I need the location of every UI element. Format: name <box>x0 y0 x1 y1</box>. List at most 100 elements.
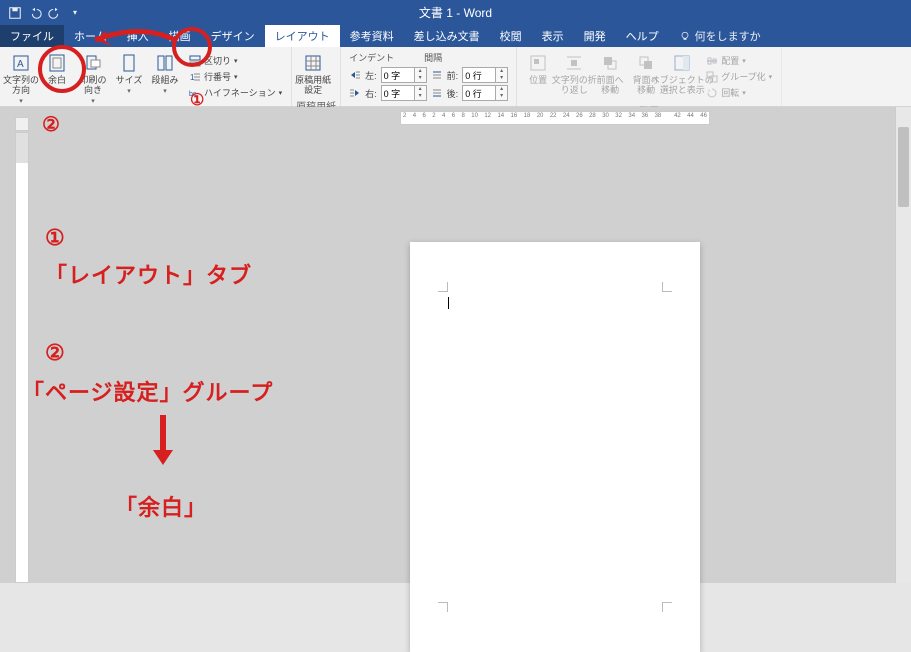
document-title: 文書 1 - Word <box>419 4 492 21</box>
bring-forward-button: 前面へ 移動 <box>593 51 627 97</box>
tell-me-search[interactable]: 何をしますか <box>669 25 771 47</box>
group-arrange: 位置 文字列の折 り返し 前面へ 移動 背面へ 移動 オブジェクトの 選択と表示 <box>517 47 782 106</box>
text-cursor <box>448 297 449 309</box>
tab-review[interactable]: 校閲 <box>490 25 532 47</box>
spinner-down-icon[interactable]: ▾ <box>496 93 507 100</box>
vertical-ruler[interactable] <box>15 132 29 583</box>
indent-right-input[interactable] <box>381 85 415 101</box>
chevron-down-icon: ▾ <box>91 97 95 105</box>
tab-help[interactable]: ヘルプ <box>616 25 669 47</box>
rotate-icon <box>706 87 718 99</box>
tab-insert[interactable]: 挿入 <box>117 25 159 47</box>
redo-icon[interactable] <box>48 6 62 20</box>
chevron-down-icon: ▾ <box>19 97 23 105</box>
selection-pane-button[interactable]: オブジェクトの 選択と表示 <box>665 51 699 97</box>
save-icon[interactable] <box>8 6 22 20</box>
tab-mailings[interactable]: 差し込み文書 <box>404 25 490 47</box>
tab-references[interactable]: 参考資料 <box>340 25 404 47</box>
undo-icon[interactable] <box>28 6 42 20</box>
spacing-header: 間隔 <box>424 51 442 65</box>
spinner-down-icon[interactable]: ▾ <box>496 75 507 82</box>
tab-draw[interactable]: 描画 <box>159 25 201 47</box>
quick-access-toolbar: ▾ <box>0 6 90 20</box>
columns-icon <box>155 53 175 73</box>
spacing-before-icon <box>431 69 443 81</box>
spinner-up-icon[interactable]: ▴ <box>415 86 426 93</box>
indent-right-spinner[interactable]: ▴▾ <box>381 85 427 101</box>
tab-file[interactable]: ファイル <box>0 25 64 47</box>
spacing-after-spinner[interactable]: ▴▾ <box>462 85 508 101</box>
text-direction-icon: A <box>11 53 31 73</box>
spinner-down-icon[interactable]: ▾ <box>415 75 426 82</box>
margins-button[interactable]: 余白 ▾ <box>40 51 74 97</box>
spinner-up-icon[interactable]: ▴ <box>496 68 507 75</box>
position-button: 位置 <box>521 51 555 87</box>
indent-left-spinner[interactable]: ▴▾ <box>381 67 427 83</box>
ruler-corner <box>15 117 29 131</box>
svg-text:bc: bc <box>189 91 197 98</box>
wrap-icon <box>564 53 584 73</box>
manuscript-settings-button[interactable]: 原稿用紙 設定 <box>296 51 330 97</box>
ruler-marks: 2462468101214161820222426283032343638424… <box>401 113 709 119</box>
title-bar: ▾ 文書 1 - Word <box>0 0 911 25</box>
indent-left-input[interactable] <box>381 67 415 83</box>
ribbon: A 文字列の 方向 ▾ 余白 ▾ 印刷の 向き ▾ サイズ ▾ 段組み <box>0 47 911 107</box>
spacing-after-input[interactable] <box>462 85 496 101</box>
lightbulb-icon <box>679 30 691 42</box>
ribbon-tabs: ファイル ホーム 挿入 描画 デザイン レイアウト 参考資料 差し込み文書 校閲… <box>0 25 911 47</box>
tab-design[interactable]: デザイン <box>201 25 265 47</box>
manuscript-icon <box>303 53 323 73</box>
scrollbar-thumb[interactable] <box>898 127 909 207</box>
spacing-before-spinner[interactable]: ▴▾ <box>462 67 508 83</box>
size-button[interactable]: サイズ ▾ <box>112 51 146 97</box>
spacing-after-label: 後: <box>447 87 459 100</box>
vertical-scrollbar[interactable] <box>895 107 911 583</box>
tab-view[interactable]: 表示 <box>532 25 574 47</box>
spacing-before-label: 前: <box>447 69 459 82</box>
group-manuscript: 原稿用紙 設定 原稿用紙 <box>292 47 341 106</box>
document-workspace: 2462468101214161820222426283032343638424… <box>0 107 911 583</box>
hyphenation-button[interactable]: bc ハイフネーション▾ <box>186 85 285 100</box>
hyphenation-icon: bc <box>189 87 201 99</box>
rotate-button: 回転▾ <box>703 85 775 100</box>
bring-forward-icon <box>600 53 620 73</box>
indent-right-label: 右: <box>365 87 377 100</box>
margins-icon <box>47 53 67 73</box>
position-icon <box>528 53 548 73</box>
qat-dropdown-icon[interactable]: ▾ <box>68 6 82 20</box>
breaks-button[interactable]: 区切り▾ <box>186 53 285 68</box>
spinner-down-icon[interactable]: ▾ <box>415 93 426 100</box>
group-page-setup: A 文字列の 方向 ▾ 余白 ▾ 印刷の 向き ▾ サイズ ▾ 段組み <box>0 47 292 106</box>
orientation-icon <box>83 53 103 73</box>
text-direction-button[interactable]: A 文字列の 方向 ▾ <box>4 51 38 107</box>
tell-me-label: 何をしますか <box>695 28 761 44</box>
spinner-up-icon[interactable]: ▴ <box>496 86 507 93</box>
margin-mark-icon <box>662 602 672 612</box>
svg-text:A: A <box>17 59 24 70</box>
send-backward-icon <box>636 53 656 73</box>
chevron-down-icon: ▾ <box>163 87 167 95</box>
margin-mark-icon <box>662 282 672 292</box>
line-numbers-icon: 1 <box>189 71 201 83</box>
wrap-text-button: 文字列の折 り返し <box>557 51 591 97</box>
document-page[interactable] <box>410 242 700 652</box>
tab-layout[interactable]: レイアウト <box>265 25 340 47</box>
spacing-before-input[interactable] <box>462 67 496 83</box>
align-button[interactable]: 配置▾ <box>703 53 775 68</box>
breaks-icon <box>189 55 201 67</box>
spinner-up-icon[interactable]: ▴ <box>415 68 426 75</box>
horizontal-ruler[interactable]: 2462468101214161820222426283032343638424… <box>400 111 710 125</box>
group-objects-button: グループ化▾ <box>703 69 775 84</box>
columns-button[interactable]: 段組み ▾ <box>148 51 182 97</box>
line-numbers-button[interactable]: 1 行番号▾ <box>186 69 285 84</box>
tab-home[interactable]: ホーム <box>64 25 117 47</box>
indent-header: インデント <box>349 51 394 65</box>
size-icon <box>119 53 139 73</box>
orientation-button[interactable]: 印刷の 向き ▾ <box>76 51 110 107</box>
indent-right-icon <box>349 87 361 99</box>
margin-mark-icon <box>438 282 448 292</box>
spacing-after-icon <box>431 87 443 99</box>
indent-left-label: 左: <box>365 69 377 82</box>
tab-developer[interactable]: 開発 <box>574 25 616 47</box>
selection-pane-icon <box>672 53 692 73</box>
